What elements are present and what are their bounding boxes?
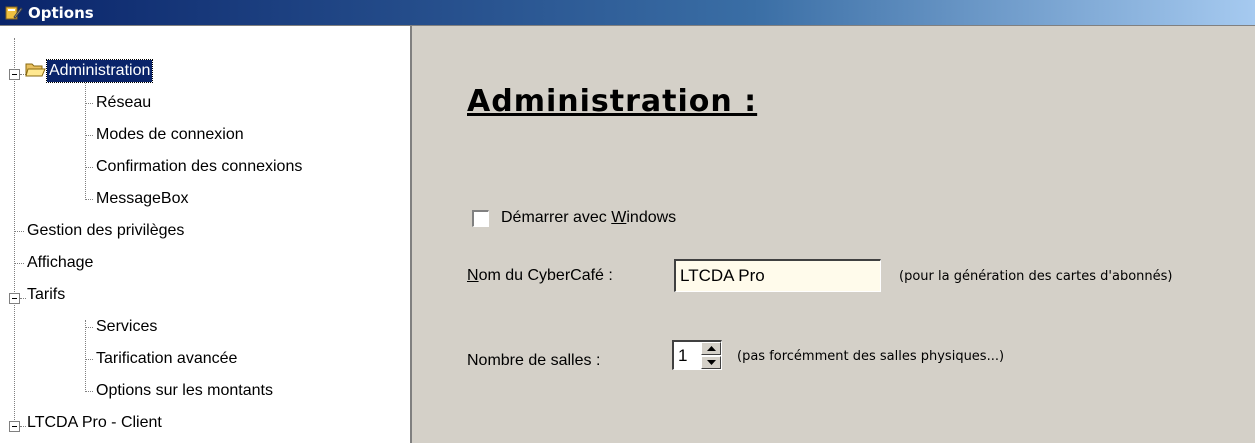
rooms-stepper[interactable]: 1: [672, 340, 722, 370]
cafe-name-input[interactable]: [674, 259, 881, 292]
collapse-toggle[interactable]: [9, 69, 20, 80]
settings-panel: Administration : Démarrer avec Windows N…: [412, 26, 1255, 443]
label-text: om du CyberCafé :: [478, 267, 613, 284]
tree-label: LTCDA Pro - Client: [27, 414, 162, 431]
start-with-windows-label[interactable]: Démarrer avec Windows: [501, 209, 676, 227]
rooms-label: Nombre de salles :: [467, 352, 601, 369]
rooms-value: 1: [678, 346, 688, 365]
tree-label: Tarification avancée: [96, 350, 238, 367]
page-title: Administration :: [467, 84, 758, 119]
tree-label: Modes de connexion: [96, 126, 244, 143]
tree-label: Confirmation des connexions: [96, 158, 303, 175]
title-bar: Options: [0, 0, 1255, 26]
tree-label: Réseau: [96, 94, 152, 111]
app-icon: [5, 6, 23, 20]
tree-label: MessageBox: [96, 190, 189, 207]
rooms-note: (pas forcémment des salles physiques...): [737, 349, 1005, 364]
increment-button[interactable]: [701, 342, 721, 355]
tree-label: Services: [96, 318, 158, 335]
hotkey-letter: N: [467, 267, 479, 284]
hotkey-letter: W: [611, 209, 627, 226]
cafe-name-note: (pour la génération des cartes d'abonnés…: [899, 269, 1173, 284]
start-with-windows-checkbox[interactable]: [472, 210, 489, 227]
arrow-up-icon: [707, 346, 716, 351]
cafe-name-label: Nom du CyberCafé :: [467, 267, 613, 285]
open-folder-icon: [25, 63, 46, 77]
tree-label: Affichage: [27, 254, 94, 271]
collapse-toggle[interactable]: [9, 421, 20, 432]
arrow-down-icon: [707, 360, 716, 365]
tree-label: Gestion des privilèges: [27, 222, 185, 239]
options-tree[interactable]: Administration Réseau Modes de connexion…: [0, 26, 412, 443]
label-text: Démarrer avec: [501, 209, 612, 226]
decrement-button[interactable]: [701, 356, 721, 369]
collapse-toggle[interactable]: [9, 293, 20, 304]
tree-label: Administration: [45, 59, 154, 83]
tree-label: Options sur les montants: [96, 382, 273, 399]
tree-label: Tarifs: [27, 286, 66, 303]
label-text: indows: [626, 209, 677, 226]
window-title: Options: [28, 4, 94, 22]
